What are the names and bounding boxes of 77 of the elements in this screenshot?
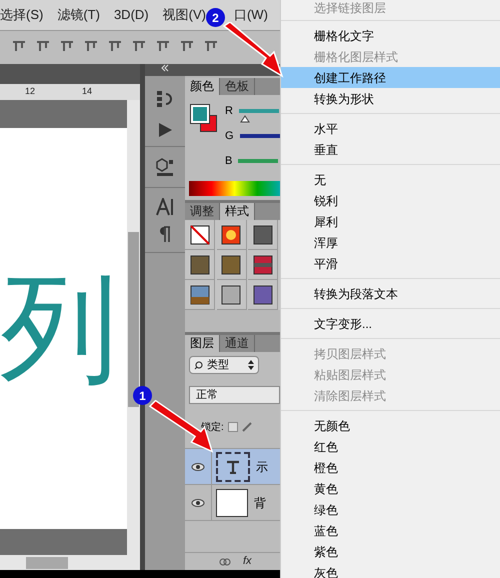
layer-row[interactable]: 示 xyxy=(185,448,280,484)
visibility-eye-icon[interactable] xyxy=(191,498,205,506)
menu-bar-item[interactable]: 滤镜(T) xyxy=(57,5,100,25)
menu-item[interactable]: 创建工作路径 xyxy=(281,67,500,88)
style-swatch-icon[interactable] xyxy=(252,284,273,304)
channel-slider[interactable] xyxy=(238,159,278,164)
color-spectrum-bar[interactable] xyxy=(189,181,280,196)
layer-effects-button[interactable]: fx xyxy=(243,553,252,570)
annotation-arrow xyxy=(222,22,284,78)
paragraph-icon[interactable] xyxy=(159,226,171,242)
menu-bar-item[interactable]: 视图(V) xyxy=(162,5,206,25)
channel-label: G xyxy=(225,129,234,144)
link-icon[interactable] xyxy=(219,558,231,566)
lock-pixels-icon[interactable] xyxy=(228,422,238,432)
menu-item[interactable]: 浑厚 xyxy=(281,232,500,253)
layer-name: 示 xyxy=(256,458,268,476)
character-icon[interactable] xyxy=(156,198,174,216)
layer-thumbnail[interactable] xyxy=(216,488,248,516)
style-swatch-icon[interactable] xyxy=(252,224,273,244)
menu-item[interactable]: 平滑 xyxy=(281,253,500,274)
menu-bar-item[interactable]: 3D(D) xyxy=(114,5,149,25)
collapse-icon[interactable] xyxy=(161,64,169,72)
style-swatch-icon[interactable] xyxy=(252,254,273,274)
style-swatch-icon[interactable] xyxy=(190,284,210,304)
scrollbar-thumb[interactable] xyxy=(26,556,68,568)
scrollbar-thumb[interactable] xyxy=(128,232,139,407)
menu-item[interactable]: 黄色 xyxy=(281,478,500,499)
filter-dropdown[interactable]: 类型 xyxy=(189,356,259,374)
up-down-caret-icon xyxy=(248,360,254,370)
channel-label: B xyxy=(225,154,232,169)
menu-item[interactable]: 水平 xyxy=(281,118,500,139)
style-swatch-icon[interactable] xyxy=(221,224,242,244)
text-layer-thumbnail[interactable] xyxy=(216,452,250,482)
channel-label: R xyxy=(225,104,233,119)
layer-name: 背 xyxy=(254,494,266,512)
menu-item[interactable]: 锐利 xyxy=(281,190,500,211)
search-icon xyxy=(194,360,203,370)
style-swatch-icon[interactable] xyxy=(190,254,210,274)
play-icon[interactable] xyxy=(157,122,173,138)
menu-item[interactable]: 灰色 xyxy=(281,562,500,578)
channel-slider[interactable] xyxy=(240,134,280,138)
panel-tab[interactable]: 样式 xyxy=(220,203,255,220)
text-tool-icon xyxy=(226,460,240,474)
foreground-color-swatch[interactable] xyxy=(191,105,209,123)
menu-item[interactable]: 绿色 xyxy=(281,499,500,520)
visibility-eye-icon[interactable] xyxy=(191,462,205,470)
channel-slider[interactable] xyxy=(238,109,279,114)
canvas-text: 列 xyxy=(0,270,118,388)
menu-item[interactable]: 转换为形状 xyxy=(281,88,500,109)
style-swatch-icon[interactable] xyxy=(221,284,242,304)
ruler-label: 12 xyxy=(25,85,36,98)
menu-item[interactable]: 紫色 xyxy=(281,541,500,562)
filter-label: 类型 xyxy=(207,358,229,373)
menu-item[interactable]: 垂直 xyxy=(281,139,500,160)
menu-bar-item[interactable]: 选择(S) xyxy=(0,5,44,25)
menu-item[interactable]: 犀利 xyxy=(281,211,500,232)
horizontal-scrollbar[interactable] xyxy=(0,555,140,570)
style-swatch-icon[interactable] xyxy=(221,254,242,274)
cube-icon[interactable] xyxy=(155,157,175,177)
history-icon[interactable] xyxy=(156,90,174,108)
menu-item[interactable]: 无 xyxy=(281,169,500,190)
panel-tab[interactable]: 颜色 xyxy=(185,78,220,95)
menu-item[interactable]: 蓝色 xyxy=(281,520,500,541)
menu-item[interactable]: 转换为段落文本 xyxy=(281,283,500,304)
menu-bar-item[interactable]: 口(W) xyxy=(234,5,268,25)
menu-item[interactable]: 无颜色 xyxy=(281,415,500,436)
menu-item[interactable]: 文字变形... xyxy=(281,313,500,334)
style-swatch-icon[interactable] xyxy=(190,224,210,244)
layer-row[interactable]: 背 xyxy=(185,484,280,520)
panel-tab[interactable]: 图层 xyxy=(185,335,220,352)
ruler-label: 14 xyxy=(82,85,92,98)
brush-icon[interactable] xyxy=(242,422,252,432)
blend-mode-dropdown[interactable]: 正常 xyxy=(189,386,280,404)
menu-item[interactable]: 红色 xyxy=(281,436,500,457)
vertical-scrollbar[interactable] xyxy=(127,100,140,555)
menu-item[interactable]: 橙色 xyxy=(281,457,500,478)
menu-item[interactable]: 栅格化文字 xyxy=(281,25,500,46)
